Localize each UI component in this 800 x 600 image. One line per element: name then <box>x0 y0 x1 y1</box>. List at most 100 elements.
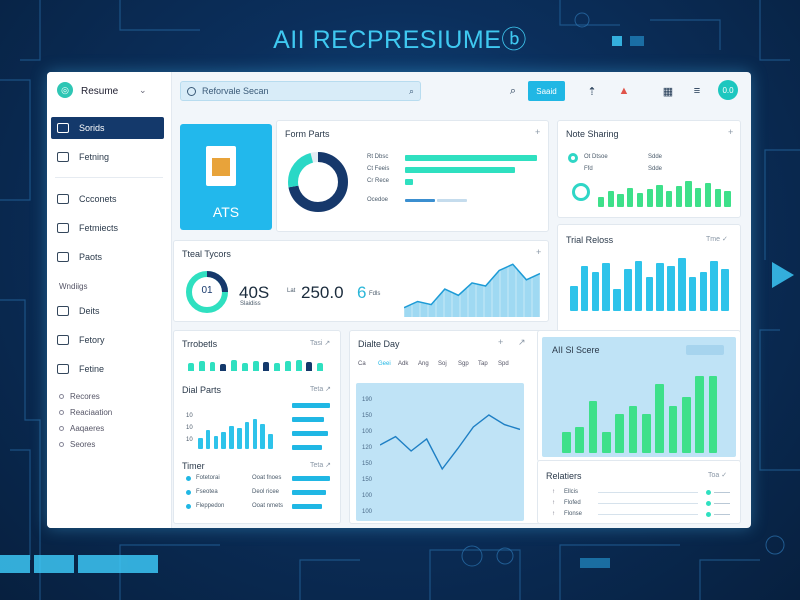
legend-label: Ct Feeis <box>367 166 390 172</box>
tab-item[interactable]: Ca <box>358 361 366 367</box>
stat-value: 6 <box>357 283 367 302</box>
sidebar-subitem[interactable]: Recores <box>59 392 100 401</box>
chart-bar <box>695 187 702 207</box>
chart-bar <box>588 401 598 453</box>
chart-bar <box>666 191 673 207</box>
chart-bar <box>237 428 242 449</box>
chart-bar <box>667 266 675 311</box>
upload-icon[interactable]: ⇡ <box>583 82 601 100</box>
tab-item[interactable]: Soj <box>438 361 447 367</box>
chart-bar <box>317 363 324 371</box>
status-dot-icon <box>706 501 711 506</box>
search-input[interactable]: Reforvale Secan ⌕ <box>180 81 421 101</box>
tab-item[interactable]: Sgp <box>458 361 469 367</box>
sidebar-item-fetine[interactable]: Fetine <box>51 358 164 380</box>
row-value: Ooat fnoes <box>252 475 282 481</box>
total-types-area-chart <box>404 261 540 317</box>
more-link[interactable]: Tme ✓ <box>706 235 728 243</box>
alert-icon[interactable]: ▲ <box>615 82 633 100</box>
chart-bar <box>642 414 651 453</box>
sidebar-item-deits[interactable]: Deits <box>51 300 164 322</box>
sidebar-item-fetning[interactable]: Fetning <box>51 146 164 168</box>
relations-card: Relatiers Toa ✓ ↑ Ellcis ↑ Flofed ↑ Flonse <box>537 460 741 524</box>
avatar[interactable]: 0.0 <box>718 80 738 100</box>
row-index: ↑ <box>552 489 555 495</box>
legend-label: Sdde <box>648 166 663 172</box>
status-dot-icon <box>706 490 711 495</box>
legend-label: Rt Dbsc <box>367 154 389 160</box>
chart-bar <box>252 361 259 371</box>
toggle-control[interactable] <box>686 345 724 355</box>
sidebar-subitem[interactable]: Seores <box>59 440 95 449</box>
document-icon <box>206 146 236 186</box>
axis-tick: 10 <box>186 413 193 419</box>
file-icon <box>57 194 69 204</box>
tab-item[interactable]: Ang <box>418 361 429 367</box>
more-link[interactable]: Teta ↗ <box>310 385 331 393</box>
tab-item[interactable]: Spd <box>498 361 509 367</box>
row-divider <box>714 514 730 515</box>
progress-bar <box>292 431 328 436</box>
row-value: Ooat nmets <box>252 503 284 509</box>
sidebar-item-label: Fetory <box>79 335 105 345</box>
add-icon[interactable]: + <box>728 127 733 137</box>
sidebar-item-fetmiects[interactable]: Fetmiects <box>51 217 164 239</box>
tab-item[interactable]: Tap <box>478 361 488 367</box>
chart-bar <box>602 263 610 311</box>
gauge-value: 01 <box>201 285 213 296</box>
add-icon[interactable]: + <box>498 337 503 347</box>
sidebar-item-paots[interactable]: Paots <box>51 246 164 268</box>
axis-tick: 190 <box>362 397 373 403</box>
chart-bar <box>221 431 227 449</box>
ai-score-card: AII Sl Scere <box>537 330 741 462</box>
search-icon[interactable]: ⌕ <box>504 82 522 100</box>
chevron-down-icon[interactable]: ⌄ <box>139 85 147 96</box>
calendar-icon[interactable]: ▦ <box>659 82 677 100</box>
chart-bar <box>714 189 721 207</box>
chart-bar <box>598 197 605 207</box>
row-label: Fleppedon <box>196 503 225 509</box>
axis-tick: 100 <box>362 429 373 435</box>
stat-value: 40S <box>239 283 270 302</box>
chart-bar <box>656 184 663 207</box>
folder-icon <box>57 152 69 162</box>
search-button[interactable]: Saaid <box>528 81 565 101</box>
more-icon[interactable]: ↗ <box>518 337 526 348</box>
chart-bar <box>668 405 678 453</box>
row-index: ↑ <box>552 500 555 506</box>
more-link[interactable]: Tasi ↗ <box>310 339 330 347</box>
tab-item[interactable]: Geei <box>378 361 391 367</box>
more-link[interactable]: Teta ↗ <box>310 461 331 469</box>
daily-line-chart <box>380 414 520 471</box>
row-label: Flonse <box>564 511 583 517</box>
row-value: Deol ricee <box>252 489 280 495</box>
chart-bar <box>591 271 600 311</box>
box-icon <box>57 335 69 345</box>
sidebar-item-ccconets[interactable]: Ccconets <box>51 188 164 210</box>
sidebar-item-fetory[interactable]: Fetory <box>51 329 164 351</box>
chart-bar <box>263 362 270 371</box>
progress-bar <box>292 504 322 509</box>
tab-item[interactable]: Adk <box>398 361 408 367</box>
app-window: ◎ Resume ⌄ Sorids Fetning Ccconets Fetmi… <box>47 72 751 528</box>
sidebar-subitem[interactable]: Reaciaation <box>59 408 112 417</box>
sidebar: ◎ Resume ⌄ Sorids Fetning Ccconets Fetmi… <box>47 72 172 528</box>
ats-card[interactable]: ATS <box>180 124 272 230</box>
chart-bar <box>562 431 571 453</box>
chart-bar <box>708 375 718 453</box>
form-parts-donut <box>288 152 348 212</box>
sidebar-subitem[interactable]: Aaqaeres <box>59 424 104 433</box>
bullet-icon <box>186 490 191 495</box>
add-icon[interactable]: + <box>535 127 540 137</box>
grid-icon <box>57 123 69 133</box>
more-link[interactable]: Toa ✓ <box>708 471 727 479</box>
row-divider <box>598 503 698 504</box>
sidebar-item-sorids[interactable]: Sorids <box>51 117 164 139</box>
chart-bar <box>646 189 653 207</box>
stat-label: Slaidiss <box>240 301 261 307</box>
search-submit-icon[interactable]: ⌕ <box>409 86 414 97</box>
chart-bar <box>575 427 584 453</box>
chart-bar <box>241 363 248 371</box>
menu-icon[interactable]: ≡ <box>688 82 706 100</box>
chart-bar <box>634 260 643 311</box>
